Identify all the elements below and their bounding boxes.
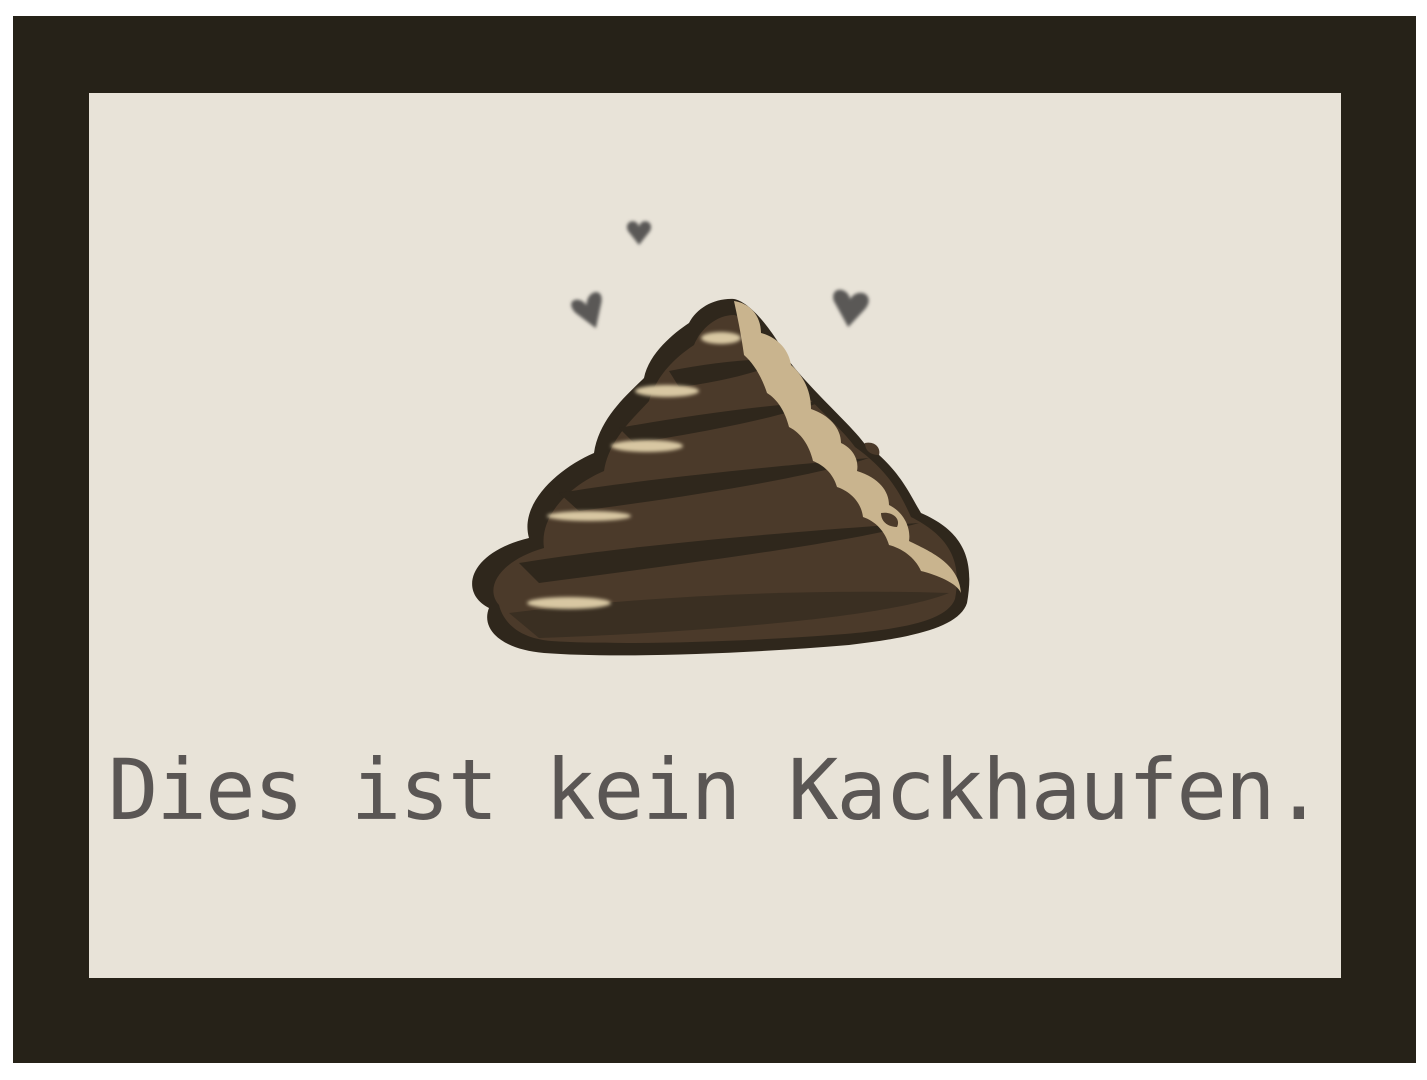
- poster-card: Dies ist kein Kackhaufen.: [89, 93, 1341, 978]
- poop-icon: [472, 298, 970, 656]
- heart-icon: [571, 292, 602, 329]
- heart-icon: [626, 221, 652, 245]
- heart-icon: [833, 289, 869, 328]
- caption-text: Dies ist kein Kackhaufen.: [107, 741, 1324, 839]
- dark-frame: Dies ist kein Kackhaufen.: [13, 16, 1416, 1063]
- poop-illustration: [472, 221, 970, 656]
